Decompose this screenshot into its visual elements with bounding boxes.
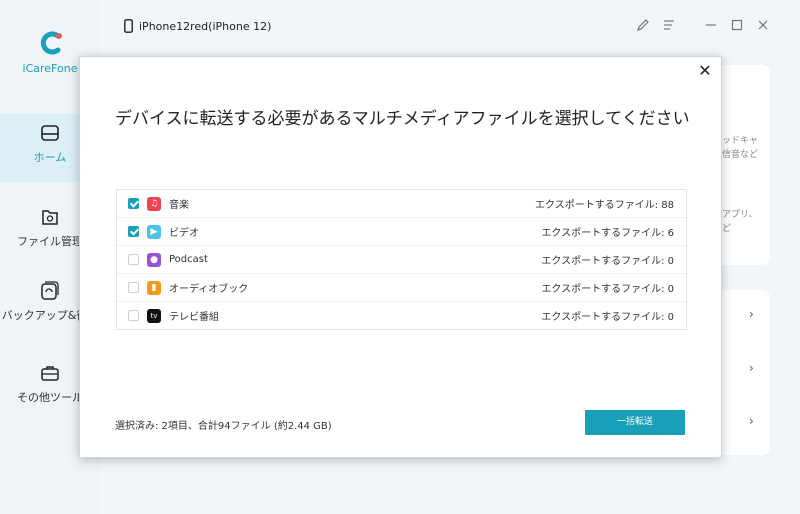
selection-status: 選択済み: 2項目、合計94ファイル (約2.44 GB) bbox=[115, 421, 332, 432]
list-item[interactable]: ▶ ビデオ エクスポートするファイル: 6 bbox=[117, 218, 686, 246]
podcast-icon: ● bbox=[147, 252, 161, 267]
media-type-list: ♫ 音楽 エクスポートするファイル: 88 ▶ ビデオ エクスポートするファイル… bbox=[116, 189, 687, 330]
item-count: エクスポートするファイル: 88 bbox=[535, 200, 674, 211]
item-label: テレビ番組 bbox=[169, 312, 219, 323]
phone-icon bbox=[124, 19, 133, 33]
icarefone-logo-icon bbox=[40, 31, 62, 55]
item-count: エクスポートするファイル: 0 bbox=[541, 256, 674, 267]
folder-icon bbox=[42, 210, 58, 225]
item-label: Podcast bbox=[169, 254, 208, 265]
background-text: アプリ、ど bbox=[722, 210, 758, 234]
music-icon: ♫ bbox=[147, 196, 161, 211]
export-dialog: ✕ デバイスに転送する必要があるマルチメディアファイルを選択してください ♫ 音… bbox=[79, 56, 722, 458]
feedback-icon[interactable] bbox=[634, 18, 652, 36]
list-item[interactable]: ● Podcast エクスポートするファイル: 0 bbox=[117, 246, 686, 274]
title-bar: iPhone12red(iPhone 12) bbox=[100, 0, 800, 55]
checkbox[interactable] bbox=[128, 254, 139, 265]
home-icon bbox=[41, 125, 59, 141]
chevron-right-icon[interactable]: › bbox=[749, 307, 754, 321]
close-icon[interactable]: ✕ bbox=[695, 61, 715, 81]
checkbox[interactable] bbox=[128, 310, 139, 321]
maximize-icon[interactable] bbox=[728, 18, 746, 36]
checkbox[interactable] bbox=[128, 282, 139, 293]
item-count: エクスポートするファイル: 0 bbox=[541, 284, 674, 295]
item-label: オーディオブック bbox=[169, 284, 249, 295]
bulk-transfer-button[interactable]: 一括転送 bbox=[585, 410, 685, 435]
menu-icon[interactable] bbox=[660, 18, 678, 36]
tv-icon: tv bbox=[147, 308, 161, 323]
item-label: ビデオ bbox=[169, 228, 199, 239]
app-window: iCareFone ホーム ファイル管理 バックアップ&復元 その他ツール iP… bbox=[0, 0, 800, 514]
checkbox[interactable] bbox=[128, 198, 139, 209]
device-selector[interactable]: iPhone12red(iPhone 12) bbox=[124, 19, 271, 33]
chevron-right-icon[interactable]: › bbox=[749, 414, 754, 428]
minimize-icon[interactable] bbox=[702, 18, 720, 36]
checkbox[interactable] bbox=[128, 226, 139, 237]
background-text: ッドキャ 信音など bbox=[722, 136, 759, 160]
list-item[interactable]: tv テレビ番組 エクスポートするファイル: 0 bbox=[117, 302, 686, 329]
item-count: エクスポートするファイル: 6 bbox=[541, 228, 674, 239]
list-item[interactable]: ▮ オーディオブック エクスポートするファイル: 0 bbox=[117, 274, 686, 302]
backup-icon bbox=[41, 281, 59, 300]
item-label: 音楽 bbox=[169, 200, 189, 211]
audiobook-icon: ▮ bbox=[147, 280, 161, 295]
chevron-right-icon[interactable]: › bbox=[749, 361, 754, 375]
item-count: エクスポートするファイル: 0 bbox=[541, 312, 674, 323]
close-window-icon[interactable] bbox=[754, 18, 772, 36]
toolbox-icon bbox=[41, 366, 59, 381]
device-name: iPhone12red(iPhone 12) bbox=[139, 19, 272, 33]
video-icon: ▶ bbox=[147, 224, 161, 239]
list-item[interactable]: ♫ 音楽 エクスポートするファイル: 88 bbox=[117, 190, 686, 218]
dialog-title: デバイスに転送する必要があるマルチメディアファイルを選択してください bbox=[115, 109, 690, 129]
